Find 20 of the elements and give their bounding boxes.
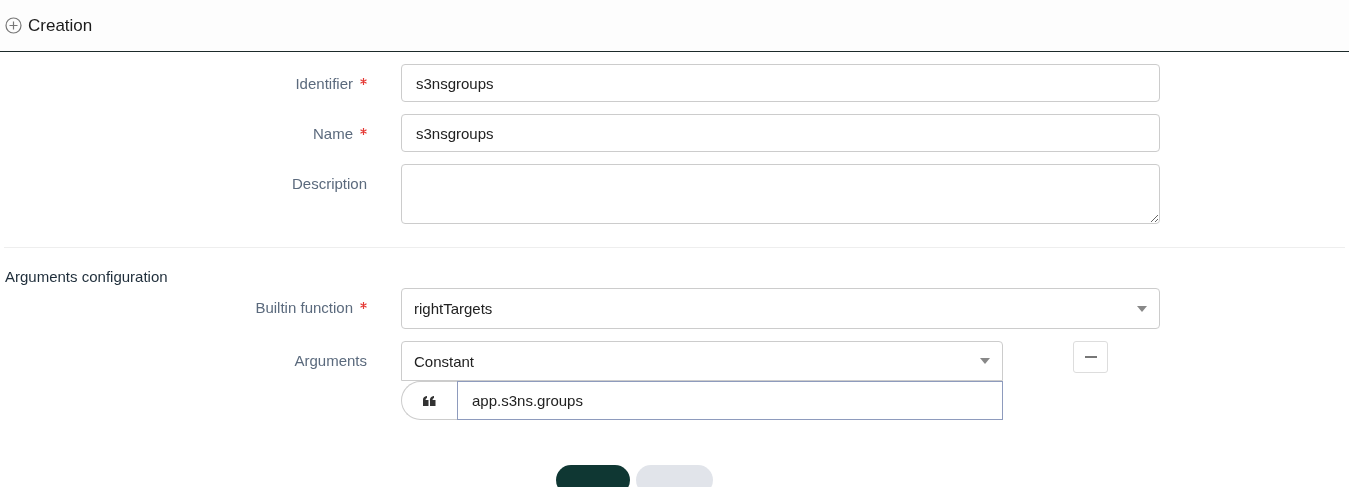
argument-value-field[interactable]: app.s3ns.groups bbox=[457, 381, 1003, 420]
page-title: Creation bbox=[28, 15, 93, 36]
add-circle-icon bbox=[5, 17, 22, 34]
field-label: Builtin function bbox=[255, 299, 353, 316]
text-field[interactable]: s3nsgroups bbox=[401, 64, 1160, 102]
primary-button[interactable] bbox=[556, 465, 630, 487]
field-label: Identifier bbox=[295, 75, 353, 92]
minus-icon bbox=[1084, 356, 1097, 358]
argument-type-dropdown[interactable]: Constant bbox=[401, 341, 1003, 381]
remove-button[interactable] bbox=[1073, 341, 1108, 373]
field-label: Name bbox=[313, 125, 353, 142]
function-dropdown[interactable]: rightTargets bbox=[401, 288, 1160, 329]
text-field[interactable]: s3nsgroups bbox=[401, 114, 1160, 152]
section-title: Arguments configuration bbox=[5, 268, 168, 285]
field-label: Arguments bbox=[294, 352, 367, 369]
quote-icon bbox=[423, 395, 436, 406]
caret-icon bbox=[1137, 305, 1147, 312]
field-label: Description bbox=[291, 175, 367, 192]
quote-button[interactable] bbox=[401, 381, 457, 420]
caret-icon bbox=[980, 358, 990, 364]
